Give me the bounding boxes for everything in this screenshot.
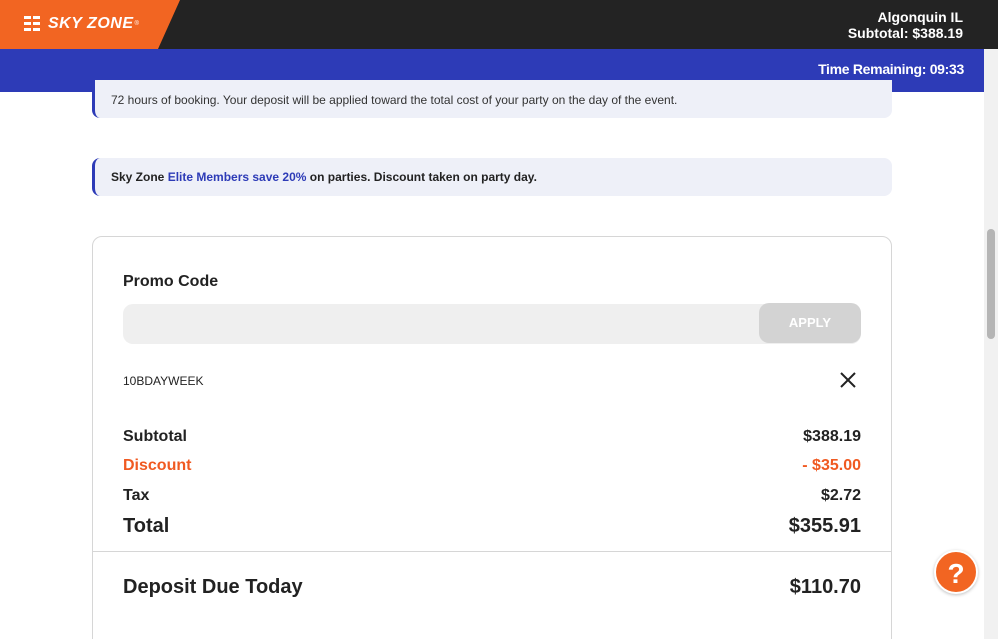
logo-banner[interactable]: SKY ZONE ® (0, 0, 180, 49)
help-button[interactable]: ? (934, 550, 978, 594)
applied-promo-code: 10BDAYWEEK (123, 374, 204, 388)
subtotal-label: Subtotal (123, 428, 187, 445)
order-summary-card: Promo Code APPLY 10BDAYWEEK Subtotal $38… (92, 236, 892, 639)
promo-code-input[interactable] (123, 304, 861, 344)
subtotal-row: Subtotal $388.19 (123, 428, 861, 446)
header-subtotal: Subtotal: $388.19 (847, 25, 963, 41)
elite-highlight: Elite Members save 20% (167, 170, 307, 184)
discount-label: Discount (123, 457, 192, 474)
sky-zone-logo[interactable]: SKY ZONE ® (24, 15, 139, 33)
discount-row: Discount - $35.00 (123, 457, 861, 475)
deposit-notice: 72 hours of booking. Your deposit will b… (92, 80, 892, 118)
tax-value: $2.72 (820, 487, 861, 504)
promo-code-label: Promo Code (123, 273, 219, 290)
deposit-notice-text: 72 hours of booking. Your deposit will b… (111, 93, 678, 107)
elite-prefix: Sky Zone (111, 170, 168, 184)
total-value: $355.91 (788, 515, 861, 537)
discount-value: - $35.00 (802, 457, 861, 474)
elite-notice: Sky Zone Elite Members save 20% on parti… (92, 158, 892, 196)
subtotal-value: $388.19 (803, 428, 861, 445)
total-row: Total $355.91 (123, 515, 861, 538)
scrollbar-thumb[interactable] (987, 229, 995, 339)
tax-label: Tax (123, 487, 150, 504)
tax-row: Tax $2.72 (123, 487, 861, 505)
summary-divider (93, 551, 891, 552)
trademark: ® (134, 21, 139, 27)
elite-suffix: on parties. Discount taken on party day. (306, 170, 537, 184)
location-summary: Algonquin IL Subtotal: $388.19 (848, 9, 963, 41)
page-scrollbar[interactable] (984, 49, 998, 639)
location-name: Algonquin IL (877, 9, 963, 25)
remove-promo-icon[interactable] (839, 371, 857, 389)
total-label: Total (123, 515, 170, 537)
deposit-label: Deposit Due Today (123, 576, 303, 598)
time-remaining: Time Remaining: 09:33 (818, 61, 964, 77)
deposit-row: Deposit Due Today $110.70 (123, 576, 861, 599)
brand-name: SKY ZONE (48, 15, 134, 32)
top-header: SKY ZONE ® Algonquin IL Subtotal: $388.1… (0, 0, 998, 49)
logo-mark-icon (24, 16, 40, 32)
deposit-value: $110.70 (789, 576, 861, 598)
apply-button[interactable]: APPLY (759, 303, 861, 343)
